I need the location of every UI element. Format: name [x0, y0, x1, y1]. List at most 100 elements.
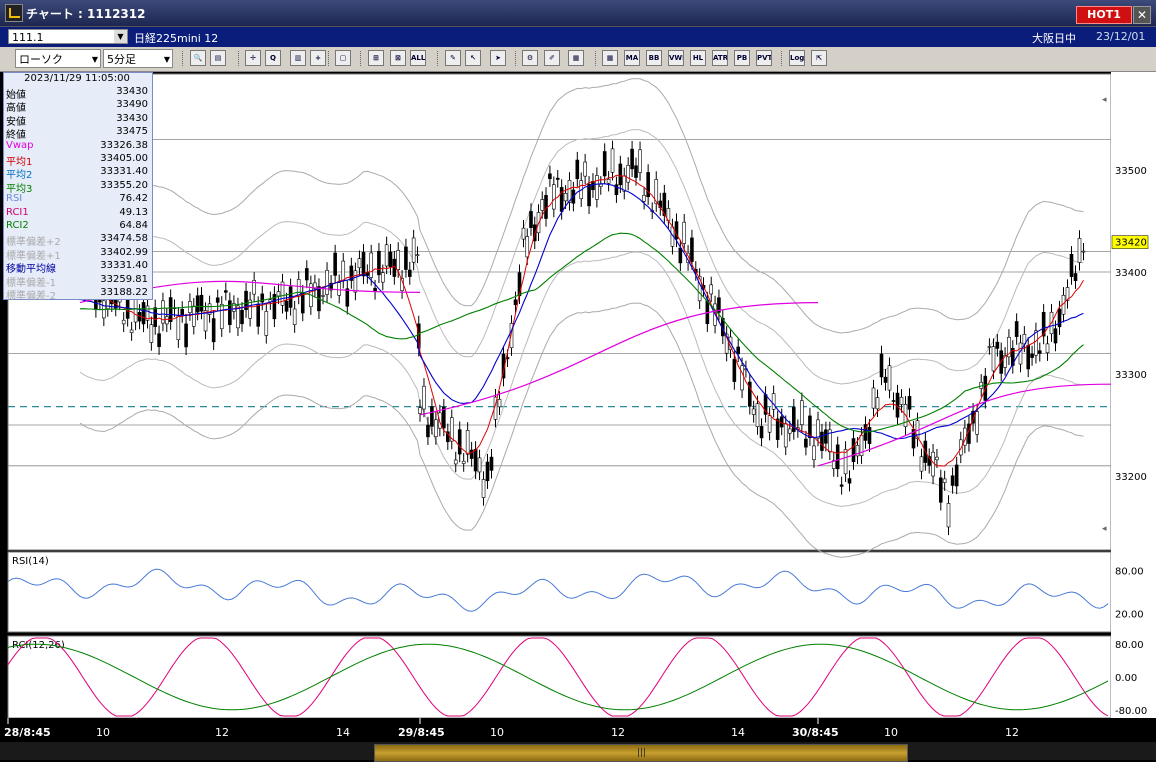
candle-body	[626, 164, 630, 183]
brush-icon[interactable]: ✐	[544, 50, 560, 66]
pvt-icon[interactable]: PVT	[756, 50, 772, 66]
candle-body	[357, 258, 362, 269]
window-title: チャート : 1112312	[26, 7, 146, 21]
candle-body	[540, 199, 545, 211]
chart-type-select[interactable]: ローソク ▼	[15, 49, 101, 68]
toolbar-separator	[238, 51, 241, 66]
info-label: 標準偏差-2	[6, 291, 56, 302]
candle2-icon[interactable]: ⊠	[390, 50, 406, 66]
candle-body	[321, 295, 325, 297]
candle-body	[1081, 250, 1086, 253]
info-value: 33188.22	[100, 287, 148, 298]
scroll-thumb[interactable]	[374, 744, 908, 762]
candle-body	[587, 183, 591, 207]
candle-body	[521, 227, 526, 240]
candle-icon[interactable]: ⊞	[368, 50, 384, 66]
candle-body	[164, 316, 169, 325]
info-value: 33326.38	[100, 139, 148, 151]
pen-icon[interactable]: ✎	[445, 50, 461, 66]
candle-body	[767, 415, 772, 433]
log-icon[interactable]: Log	[789, 50, 805, 66]
candle-body	[415, 254, 420, 256]
symbol-code-select[interactable]: 111.1 ▼	[8, 29, 128, 44]
candle-body	[426, 424, 430, 438]
atr-icon[interactable]: ATR	[712, 50, 728, 66]
interval-select[interactable]: 5分足 ▼	[103, 49, 173, 68]
symbol-code-value: 111.1	[12, 31, 44, 44]
info-row: 移動平均線 33331.40	[4, 260, 150, 275]
info-panel: 2023/11/29 11:05:00 始値 33430 高値 33490 安値 3343…	[3, 72, 153, 302]
hl-icon[interactable]: HL	[690, 50, 706, 66]
candle-body	[149, 324, 154, 343]
hot-badge[interactable]: HOT1	[1076, 6, 1132, 24]
info-datetime: 2023/11/29 11:05:00	[24, 73, 130, 84]
candle-body	[991, 346, 996, 372]
gray-icon[interactable]: ▢	[335, 50, 351, 66]
info-row: 高値 33490	[4, 99, 150, 114]
info-row: RCI2 64.84	[4, 220, 150, 233]
candle-body	[485, 461, 490, 482]
arrow-icon[interactable]: ➤	[490, 50, 506, 66]
info-value: 33259.81	[100, 273, 148, 285]
bb-icon[interactable]: BB	[646, 50, 662, 66]
chart-canvas[interactable]: 33500 33400 33300 33200 33420 ◂ ◂ RSI(14) 80.00 2…	[0, 72, 1156, 742]
plus-icon[interactable]: +	[310, 50, 326, 66]
cursor-icon[interactable]: ↖	[465, 50, 481, 66]
vwe-icon[interactable]: VWE	[668, 50, 684, 66]
candle-body	[887, 365, 892, 391]
candle-body	[606, 178, 611, 184]
candle-body	[938, 477, 943, 503]
ma-icon[interactable]: MA	[624, 50, 640, 66]
candle-body	[461, 460, 466, 464]
candle-body	[457, 429, 462, 455]
zoom-icon[interactable]: 🔍	[190, 50, 206, 66]
info-row: RSI 76.42	[4, 193, 150, 206]
candle-body	[755, 403, 760, 427]
candle-body	[129, 329, 134, 333]
chevron-down-icon[interactable]: ▼	[114, 30, 127, 43]
chevron-down-icon[interactable]: ▼	[92, 50, 98, 69]
candle-body	[529, 211, 533, 228]
candle-body	[575, 159, 580, 180]
candle-body	[1045, 343, 1050, 353]
candle-body	[816, 419, 820, 439]
all-icon[interactable]: ALL	[410, 50, 426, 66]
candle-body	[740, 365, 744, 391]
candle-body	[548, 173, 552, 180]
candle-body	[678, 247, 683, 264]
candle-body	[219, 303, 224, 330]
candle-body	[610, 148, 615, 173]
candle-body	[133, 297, 138, 323]
price-tick-label: 33400	[1115, 268, 1147, 279]
time-axis-label: 29/8:45	[398, 726, 445, 739]
candle-body	[1026, 345, 1031, 370]
chart-icon[interactable]: ▥	[290, 50, 306, 66]
candle-body	[1037, 350, 1042, 354]
candle-body	[211, 318, 216, 343]
candle-body	[583, 161, 587, 177]
bars-icon[interactable]: ▤	[210, 50, 226, 66]
cross-icon[interactable]: ✛	[245, 50, 261, 66]
candle-body	[598, 183, 603, 187]
scroll-down-marker: ◂	[1102, 524, 1107, 534]
candle-body	[276, 291, 281, 297]
candle-body	[240, 309, 244, 325]
close-icon[interactable]: ✕	[1133, 6, 1151, 24]
info-row: 標準偏差-2 33188.22	[4, 287, 150, 302]
export-icon[interactable]: ⇱	[811, 50, 827, 66]
info-value: 33430	[116, 112, 148, 124]
candle-body	[396, 250, 401, 270]
candle-body	[341, 260, 346, 281]
toolbar-separator	[781, 51, 784, 66]
candle-body	[843, 449, 848, 475]
palette-icon[interactable]: ▦	[568, 50, 584, 66]
instrument-name: 日経225mini 12	[134, 32, 219, 45]
info-value: 33355.20	[100, 179, 148, 191]
pb-icon[interactable]: PB	[734, 50, 750, 66]
q-icon[interactable]: Q	[265, 50, 281, 66]
grid-icon[interactable]: ▦	[602, 50, 618, 66]
gear-icon[interactable]: ⚙	[522, 50, 538, 66]
chevron-down-icon[interactable]: ▼	[164, 50, 170, 69]
candle-body	[180, 309, 185, 315]
candle-body	[430, 406, 434, 427]
